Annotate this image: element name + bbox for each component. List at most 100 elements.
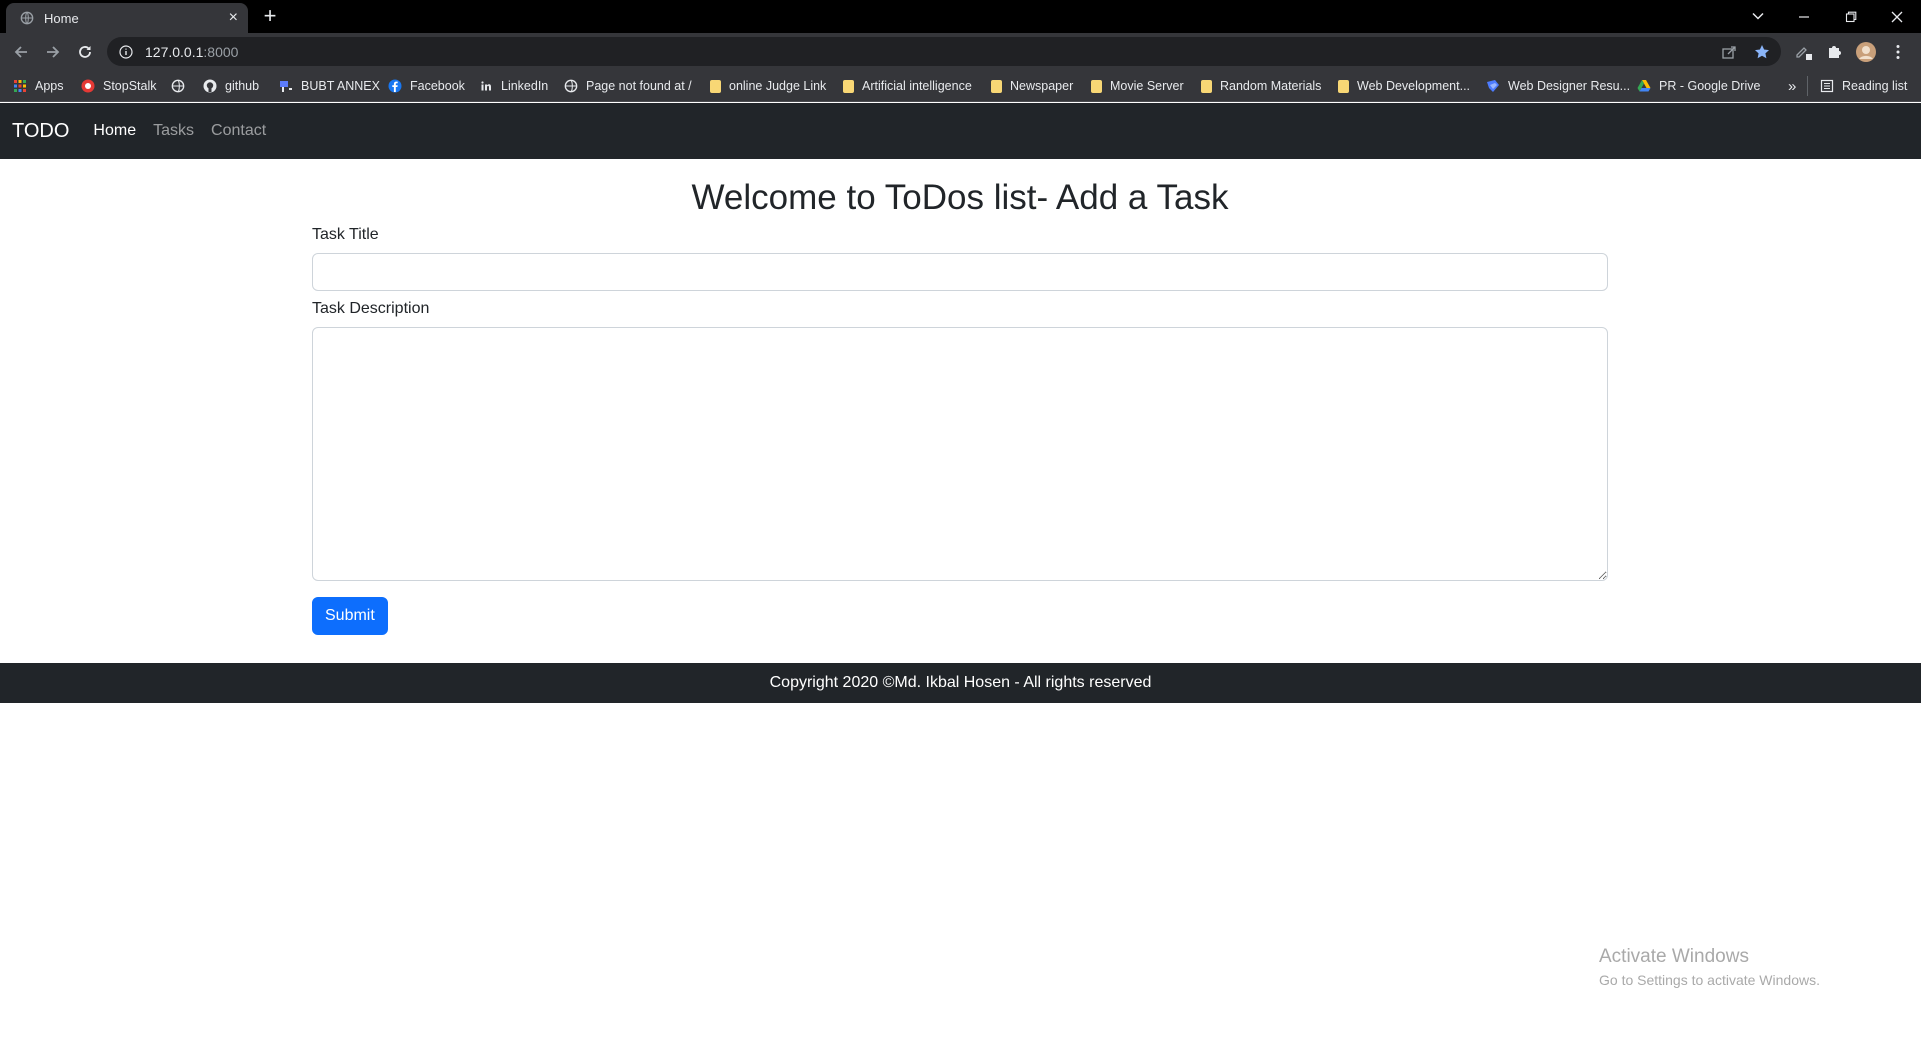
minimize-icon xyxy=(1799,15,1809,18)
site-footer: Copyright 2020 ©Md. Ikbal Hosen - All ri… xyxy=(0,663,1921,703)
github-icon xyxy=(203,79,217,93)
profile-button[interactable] xyxy=(1856,42,1876,62)
chevron-down-icon xyxy=(1752,12,1764,20)
bookmark-github[interactable]: github xyxy=(203,77,259,95)
web-designer-icon xyxy=(1487,80,1499,92)
bookmark-label: github xyxy=(225,79,260,93)
reading-list-icon xyxy=(1820,79,1834,93)
folder-icon xyxy=(1091,79,1102,93)
arrow-right-icon xyxy=(47,46,60,58)
forward-button[interactable] xyxy=(42,41,64,63)
copyright-text: Copyright 2020 ©Md. Ikbal Hosen - All ri… xyxy=(769,674,1152,691)
close-tab-icon[interactable]: × xyxy=(229,10,238,26)
browser-toolbar: 127.0.0.1:8000 xyxy=(0,33,1921,70)
bookmark-bubt-annex[interactable]: BUBT ANNEX xyxy=(279,77,380,95)
folder-icon xyxy=(991,79,1002,93)
share-icon xyxy=(1722,46,1736,59)
bookmark-folder-ai[interactable]: Artificial intelligence xyxy=(843,77,972,95)
star-icon xyxy=(1755,45,1769,59)
bookmark-label: PR - Google Drive xyxy=(1659,79,1761,93)
bookmark-folder-online-judge[interactable]: online Judge Link xyxy=(710,77,826,95)
navbar-brand[interactable]: TODO xyxy=(12,120,69,143)
restore-icon xyxy=(1845,11,1857,22)
submit-button[interactable]: Submit xyxy=(312,597,388,635)
minimize-button[interactable] xyxy=(1781,0,1827,33)
bookmark-google-drive[interactable]: PR - Google Drive xyxy=(1637,77,1760,95)
task-title-label: Task Title xyxy=(312,226,379,243)
folder-icon xyxy=(1201,79,1212,93)
google-drive-icon xyxy=(1637,80,1651,92)
restore-button[interactable] xyxy=(1828,0,1874,33)
task-description-label: Task Description xyxy=(312,300,430,317)
bookmark-label: LinkedIn xyxy=(501,79,549,93)
url-host: 127.0.0.1 xyxy=(145,43,204,60)
watermark-title: Activate Windows xyxy=(1599,946,1749,967)
bookmark-label: Facebook xyxy=(410,79,465,93)
bookmarks-divider xyxy=(1807,76,1808,96)
browser-tab-home[interactable]: Home × xyxy=(6,3,248,33)
main-content: Welcome to ToDos list- Add a Task Task T… xyxy=(312,159,1608,635)
pen-icon xyxy=(1796,47,1812,60)
url-port: :8000 xyxy=(203,43,239,60)
bookmark-apps[interactable]: Apps xyxy=(13,77,64,95)
bookmarks-bar: Apps StopStalk github BUBT ANNEX Faceboo… xyxy=(0,70,1921,102)
bookmark-star-button[interactable] xyxy=(1752,42,1772,62)
close-icon xyxy=(1891,11,1903,22)
new-tab-button[interactable]: + xyxy=(258,4,282,28)
bookmark-web-designer[interactable]: Web Designer Resu... xyxy=(1486,77,1630,95)
arrow-left-icon xyxy=(14,46,27,58)
bookmark-stopstalk[interactable]: StopStalk xyxy=(81,77,157,95)
globe-icon xyxy=(20,11,34,25)
avatar-icon xyxy=(1856,42,1876,62)
globe-icon xyxy=(564,79,578,93)
nav-link-tasks[interactable]: Tasks xyxy=(153,122,194,140)
extensions-button[interactable] xyxy=(1824,42,1844,62)
watermark-subtitle: Go to Settings to activate Windows. xyxy=(1599,972,1820,988)
nav-link-contact[interactable]: Contact xyxy=(211,122,266,140)
reading-list-label: Reading list xyxy=(1842,79,1908,93)
bookmark-label: Web Designer Resu... xyxy=(1508,79,1631,93)
bookmark-label: StopStalk xyxy=(103,79,157,93)
folder-icon xyxy=(843,79,854,93)
bookmark-label: Web Development... xyxy=(1357,79,1471,93)
bookmark-folder-random-materials[interactable]: Random Materials xyxy=(1201,77,1321,95)
nav-link-home[interactable]: Home xyxy=(93,122,136,140)
close-window-button[interactable] xyxy=(1874,0,1920,33)
edit-extension-button[interactable] xyxy=(1794,42,1814,62)
site-navbar: TODO Home Tasks Contact xyxy=(0,103,1921,159)
linkedin-icon xyxy=(480,80,492,92)
page-title: Welcome to ToDos list- Add a Task xyxy=(691,178,1229,217)
browser-tabstrip: Home × + xyxy=(0,0,1921,33)
task-description-textarea[interactable] xyxy=(312,327,1608,581)
bookmark-folder-web-development[interactable]: Web Development... xyxy=(1338,77,1470,95)
bookmark-label: Artificial intelligence xyxy=(862,79,972,93)
bookmark-label: Movie Server xyxy=(1110,79,1184,93)
back-button[interactable] xyxy=(10,41,32,63)
address-bar[interactable]: 127.0.0.1:8000 xyxy=(107,37,1781,66)
folder-icon xyxy=(710,79,721,93)
bookmark-label: Page not found at / xyxy=(586,79,692,93)
apps-grid-icon xyxy=(14,80,26,92)
bookmarks-overflow-button[interactable]: » xyxy=(1788,77,1796,95)
bookmark-label: Newspaper xyxy=(1010,79,1074,93)
activate-windows-watermark: Activate Windows Go to Settings to activ… xyxy=(1599,945,1820,989)
stopstalk-icon xyxy=(81,79,95,93)
tab-search-button[interactable] xyxy=(1748,6,1768,26)
bookmark-folder-newspaper[interactable]: Newspaper xyxy=(991,77,1073,95)
reload-icon xyxy=(79,46,91,58)
info-icon[interactable] xyxy=(119,44,133,59)
menu-button[interactable] xyxy=(1888,42,1908,62)
bookmark-linkedin[interactable]: LinkedIn xyxy=(479,77,548,95)
share-button[interactable] xyxy=(1719,42,1739,62)
task-title-input[interactable] xyxy=(312,253,1608,291)
kebab-menu-icon xyxy=(1896,45,1900,59)
bookmark-facebook[interactable]: Facebook xyxy=(388,77,465,95)
bookmark-label: Random Materials xyxy=(1220,79,1322,93)
reading-list-button[interactable]: Reading list xyxy=(1820,77,1907,95)
puzzle-icon xyxy=(1829,46,1841,58)
bookmark-page-not-found[interactable]: Page not found at / xyxy=(564,77,692,95)
facebook-icon xyxy=(388,79,402,93)
bookmark-folder-movie-server[interactable]: Movie Server xyxy=(1091,77,1184,95)
reload-button[interactable] xyxy=(74,41,96,63)
bookmark-untitled[interactable] xyxy=(171,77,193,95)
